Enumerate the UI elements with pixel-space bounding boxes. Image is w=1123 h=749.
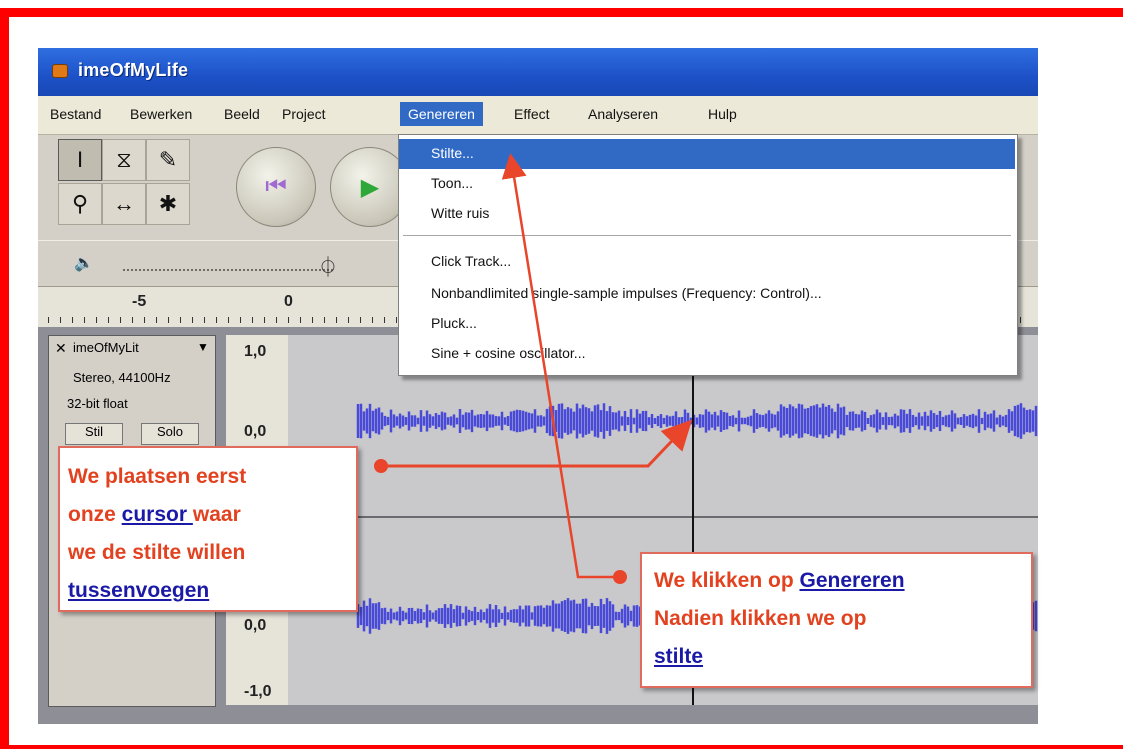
menu-beeld[interactable]: Beeld [218, 104, 266, 124]
amp-label-mid2: 0,0 [244, 617, 267, 634]
menu-separator [403, 235, 1011, 237]
menu-genereren[interactable]: Genereren [400, 102, 483, 126]
multi-tool-icon[interactable]: ✱ [146, 183, 190, 225]
track-name[interactable]: imeOfMyLit [73, 340, 139, 355]
callout-left-line1: We plaatsen eerst [68, 465, 247, 488]
menu-item-label: Nonbandlimited single-sample impulses (F… [431, 285, 822, 301]
menu-item-label: Toon... [431, 175, 474, 191]
instruction-callout-right: We klikken op Genereren Nadien klikken w… [640, 552, 1033, 688]
callout-text: onze [68, 503, 122, 526]
menu-item-pluck[interactable]: Pluck... [399, 309, 1015, 339]
frame-border-top [0, 8, 1123, 17]
volume-slider-thumb-icon[interactable]: ⏀ [318, 251, 338, 280]
track-format: Stereo, 44100Hz [73, 370, 171, 385]
menu-item-stilte[interactable]: Stilte... [399, 139, 1015, 169]
menu-effect[interactable]: Effect [508, 104, 556, 124]
mute-button[interactable]: Stil [65, 423, 123, 445]
callout-text: waar [192, 503, 241, 526]
envelope-tool-icon[interactable]: ⧖ [102, 139, 146, 181]
instruction-callout-left: We plaatsen eerst onze cursor waar we de… [58, 446, 358, 612]
waveform-channel-left [356, 403, 1038, 439]
menu-item-toon[interactable]: Toon... [399, 169, 1015, 199]
menu-item-impulses[interactable]: Nonbandlimited single-sample impulses (F… [399, 279, 1015, 309]
title-bar: imeOfMyLife [38, 48, 1038, 96]
menu-item-label: Stilte... [431, 145, 474, 161]
menu-item-click-track[interactable]: Click Track... [399, 247, 1015, 277]
skip-start-button[interactable]: ⏮ [236, 147, 316, 227]
genereren-link[interactable]: Genereren [800, 569, 905, 592]
timeshift-tool-icon[interactable]: ↔ [102, 183, 146, 225]
menu-hulp[interactable]: Hulp [702, 104, 743, 124]
callout-right-line3: stilte [654, 638, 1031, 676]
menu-item-sine-cosine[interactable]: Sine + cosine oscillator... [399, 339, 1015, 369]
tussenvoegen-link[interactable]: tussenvoegen [68, 579, 209, 602]
callout-right-line2: Nadien klikken we op [654, 607, 867, 630]
window-title: imeOfMyLife [78, 60, 189, 80]
callout-left-line3: we de stilte willen [68, 541, 246, 564]
callout-left-line4: tussenvoegen [68, 572, 356, 610]
cursor-link[interactable]: cursor [122, 503, 193, 526]
menu-project[interactable]: Project [276, 104, 332, 124]
menu-item-label: Sine + cosine oscillator... [431, 345, 586, 361]
volume-slider-track[interactable] [123, 269, 333, 271]
track-bits: 32-bit float [67, 396, 128, 411]
callout-left-line2: onze cursor waar [68, 496, 356, 534]
menu-item-label: Pluck... [431, 315, 477, 331]
amp-label-bottom: -1,0 [244, 683, 272, 700]
menu-item-label: Witte ruis [431, 205, 490, 221]
menu-analyseren[interactable]: Analyseren [582, 104, 664, 124]
amp-label-top: 1,0 [244, 343, 267, 360]
track-menu-chevron-icon[interactable]: ▼ [197, 340, 209, 354]
frame-border-left [0, 8, 9, 749]
callout-text: We klikken op [654, 569, 800, 592]
draw-tool-icon[interactable]: ✎ [146, 139, 190, 181]
selection-tool-icon[interactable]: I [58, 139, 102, 181]
callout-right-line1: We klikken op Genereren [654, 562, 1031, 600]
frame-border-bottom [0, 745, 1123, 749]
speaker-icon: 🔈 [74, 255, 94, 272]
zoom-tool-icon[interactable]: ⚲ [58, 183, 102, 225]
skip-start-icon: ⏮ [265, 173, 287, 200]
menu-bewerken[interactable]: Bewerken [124, 104, 198, 124]
ruler-label-neg5: -5 [132, 293, 147, 310]
generate-dropdown-menu: Stilte... Toon... Witte ruis Click Track… [398, 134, 1018, 376]
menu-bestand[interactable]: Bestand [44, 104, 107, 124]
amp-label-mid1: 0,0 [244, 423, 267, 440]
menu-item-label: Click Track... [431, 253, 512, 269]
app-icon [52, 64, 68, 78]
track-close-icon[interactable]: ✕ [55, 340, 67, 357]
ruler-label-0: 0 [284, 293, 293, 310]
solo-button[interactable]: Solo [141, 423, 199, 445]
menu-item-witte-ruis[interactable]: Witte ruis [399, 199, 1015, 229]
stilte-link[interactable]: stilte [654, 645, 703, 668]
menu-bar: Bestand Bewerken Beeld Project Genereren… [38, 96, 1038, 135]
